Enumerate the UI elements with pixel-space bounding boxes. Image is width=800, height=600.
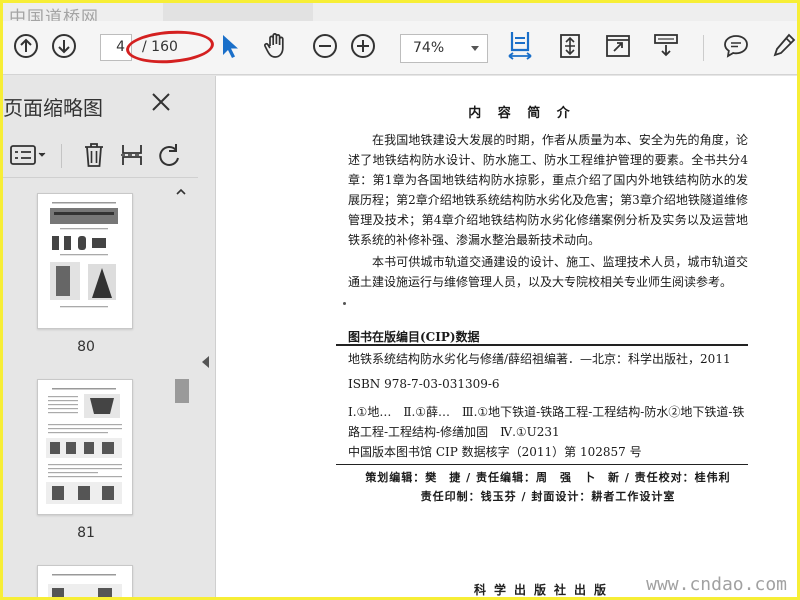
full-screen-button[interactable] [601, 29, 635, 63]
panel-separator [61, 144, 62, 168]
page-80-preview [50, 202, 118, 308]
extract-page-button[interactable] [117, 140, 147, 170]
select-tool-button[interactable] [213, 29, 247, 63]
cip-isbn: ISBN 978-7-03-031309-6 [348, 377, 500, 391]
arrow-down-circle-icon [52, 34, 76, 58]
thumbnail-panel: 页面缩略图 80 81 [3, 76, 198, 597]
panel-title: 页面缩略图 [3, 96, 103, 120]
prev-page-button[interactable] [9, 29, 43, 63]
title-strip [3, 3, 797, 21]
fit-page-button[interactable] [553, 29, 587, 63]
publisher-line: 科学出版社出版 [474, 583, 615, 597]
chevron-up-icon [176, 188, 186, 195]
cip-title: 图书在版编目(CIP)数据 [348, 330, 480, 344]
thumbnail-options-button[interactable] [9, 140, 47, 170]
rotate-icon [159, 144, 179, 166]
zoom-in-button[interactable] [346, 29, 380, 63]
arrow-up-circle-icon [14, 34, 38, 58]
panel-toolbar [3, 134, 198, 178]
zoom-out-button[interactable] [308, 29, 342, 63]
cip-classification: Ⅰ.①地… Ⅱ.①薛… Ⅲ.①地下铁道-铁路工程-工程结构-防水②地下铁道-铁路… [348, 405, 745, 439]
list-options-icon [10, 145, 46, 165]
comment-icon [724, 35, 748, 58]
zoom-level-select[interactable]: 74% [400, 34, 488, 63]
cip-rule-bottom [336, 464, 748, 465]
watermark-bottom: www.cndao.com [646, 574, 787, 595]
minus-circle-icon [313, 34, 337, 58]
trash-icon [85, 143, 103, 167]
thumbnail-label: 81 [77, 525, 95, 541]
red-annotation-circle [124, 27, 216, 67]
scroll-mode-button[interactable] [649, 29, 683, 63]
credits-line-2: 责任印制：钱玉芬 / 封面设计：耕者工作设计室 [420, 490, 676, 503]
intro-paragraph-1: 在我国地铁建设大发展的时期，作者从质量为本、安全为先的角度，论述了地铁结构防水设… [348, 133, 748, 247]
rotate-page-button[interactable] [155, 140, 183, 170]
page-thumbnail-80[interactable] [37, 193, 133, 329]
chevron-down-icon [471, 46, 479, 51]
page-thumbnail-next[interactable] [37, 565, 133, 597]
hand-tool-button[interactable] [259, 29, 293, 63]
intro-paragraph-2: 本书可供城市轨道交通建设的设计、施工、监理技术人员，城市轨道交通土建设施运行与维… [348, 255, 748, 289]
cip-book-line: 地铁系统结构防水劣化与修缮/薛绍祖编著．—北京：科学出版社，2011 [348, 352, 731, 366]
page-82-preview [48, 574, 122, 597]
cip-rule-top [336, 344, 748, 346]
fit-page-icon [560, 34, 580, 58]
thumbnail-scrollbar[interactable] [173, 179, 189, 597]
stray-dot [343, 302, 346, 305]
collapse-arrow-icon[interactable] [202, 356, 209, 368]
cip-number: 中国版本图书馆 CIP 数据核字（2011）第 102857 号 [348, 445, 642, 459]
thumbnail-list[interactable]: 80 81 [3, 179, 173, 597]
toolbar-separator [703, 35, 704, 61]
fit-width-button[interactable] [503, 29, 537, 63]
thumbnail-label: 80 [77, 339, 95, 355]
panel-splitter[interactable] [198, 76, 214, 597]
close-panel-button[interactable] [149, 90, 177, 118]
scrollbar-thumb[interactable] [175, 379, 189, 403]
next-page-button[interactable] [47, 29, 81, 63]
zoom-level-value: 74% [413, 40, 445, 56]
page-thumbnail-81[interactable] [37, 379, 133, 515]
page-81-preview [46, 388, 122, 504]
document-page: 内 容 简 介 在我国地铁建设大发展的时期，作者从质量为本、安全为先的角度，论述… [215, 76, 797, 597]
pen-icon [773, 33, 796, 57]
delete-page-button[interactable] [79, 140, 109, 170]
cursor-arrow-icon [223, 35, 238, 58]
scroll-mode-icon [654, 34, 678, 57]
page-heading: 内 容 简 介 [468, 106, 576, 121]
credits-line-1: 策划编辑：樊 捷 / 责任编辑：周 强 卜 新 / 责任校对：桂伟利 [365, 471, 731, 484]
close-icon [152, 93, 170, 111]
toolbar: 4 / 160 74% [3, 21, 797, 75]
full-screen-icon [606, 35, 630, 57]
fit-width-icon [508, 32, 532, 60]
document-tab[interactable] [163, 3, 313, 21]
app-window: 中国道桥网 4 / 160 74% 页面缩略图 80 81 内 容 简 介 在我… [3, 3, 797, 597]
plus-circle-icon [351, 34, 375, 58]
page-split-icon [121, 145, 142, 165]
comment-button[interactable] [719, 29, 753, 63]
highlight-button[interactable] [767, 29, 797, 63]
hand-icon [264, 33, 284, 58]
